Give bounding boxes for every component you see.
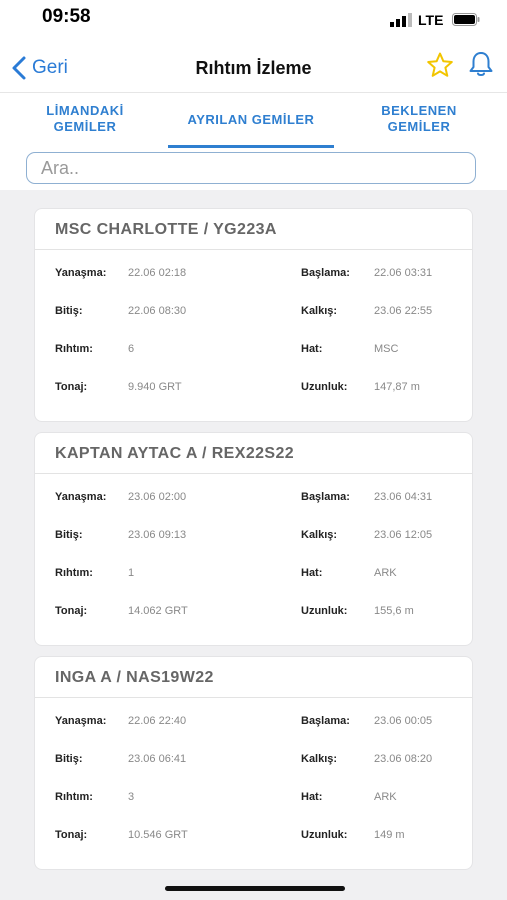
tab-label-line1: LİMANDAKİ bbox=[46, 103, 124, 118]
tonnage-label: Tonaj: bbox=[55, 381, 88, 393]
departure-value: 23.06 22:55 bbox=[374, 305, 433, 317]
length-label: Uzunluk: bbox=[301, 381, 348, 393]
ship-card[interactable]: INGA A / NAS19W22 Yanaşma: 22.06 22:40 B… bbox=[34, 656, 473, 870]
berthing-label: Yanaşma: bbox=[55, 715, 107, 727]
battery-icon bbox=[452, 13, 480, 26]
tonnage-value: 10.546 GRT bbox=[128, 829, 188, 841]
departure-label: Kalkış: bbox=[301, 305, 338, 317]
divider bbox=[35, 697, 472, 698]
departure-label: Kalkış: bbox=[301, 529, 338, 541]
tab-in-port-ships[interactable]: LİMANDAKİ GEMİLER bbox=[20, 103, 150, 135]
length-value: 155,6 m bbox=[374, 605, 414, 617]
tonnage-label: Tonaj: bbox=[55, 605, 88, 617]
ship-title: KAPTAN AYTAC A / REX22S22 bbox=[55, 445, 295, 462]
search-input[interactable] bbox=[26, 152, 476, 184]
status-time: 09:58 bbox=[42, 6, 91, 27]
length-label: Uzunluk: bbox=[301, 605, 348, 617]
tab-departed-ships[interactable]: AYRILAN GEMİLER bbox=[168, 112, 334, 128]
active-tab-indicator bbox=[168, 145, 334, 148]
start-value: 23.06 04:31 bbox=[374, 491, 433, 503]
divider bbox=[35, 249, 472, 250]
home-indicator[interactable] bbox=[165, 886, 345, 891]
start-value: 23.06 00:05 bbox=[374, 715, 433, 727]
length-value: 149 m bbox=[374, 829, 405, 841]
ship-title: INGA A / NAS19W22 bbox=[55, 669, 214, 686]
ship-card[interactable]: MSC CHARLOTTE / YG223A Yanaşma: 22.06 02… bbox=[34, 208, 473, 422]
tab-label-line1: BEKLENEN bbox=[381, 103, 457, 118]
header-area: 09:58 LTE Geri Rıhtım İzleme LİMANDAKİ G… bbox=[0, 0, 507, 190]
bell-icon[interactable] bbox=[466, 49, 496, 79]
berth-value: 6 bbox=[128, 343, 135, 355]
finish-label: Bitiş: bbox=[55, 753, 83, 765]
finish-label: Bitiş: bbox=[55, 305, 83, 317]
divider bbox=[35, 473, 472, 474]
start-label: Başlama: bbox=[301, 491, 350, 503]
tonnage-value: 14.062 GRT bbox=[128, 605, 188, 617]
departure-value: 23.06 08:20 bbox=[374, 753, 433, 765]
line-label: Hat: bbox=[301, 343, 323, 355]
finish-value: 22.06 08:30 bbox=[128, 305, 187, 317]
line-label: Hat: bbox=[301, 567, 323, 579]
berthing-label: Yanaşma: bbox=[55, 267, 107, 279]
tab-label-line1: AYRILAN GEMİLER bbox=[187, 112, 315, 127]
tab-expected-ships[interactable]: BEKLENEN GEMİLER bbox=[354, 103, 484, 135]
berth-label: Rıhtım: bbox=[55, 343, 93, 355]
departure-label: Kalkış: bbox=[301, 753, 338, 765]
navigation-bar: Geri Rıhtım İzleme bbox=[0, 46, 507, 90]
berthing-label: Yanaşma: bbox=[55, 491, 107, 503]
length-value: 147,87 m bbox=[374, 381, 420, 393]
finish-value: 23.06 06:41 bbox=[128, 753, 187, 765]
line-value: MSC bbox=[374, 343, 399, 355]
signal-icon bbox=[390, 13, 412, 27]
line-label: Hat: bbox=[301, 791, 323, 803]
line-value: ARK bbox=[374, 791, 397, 803]
tab-label-line2: GEMİLER bbox=[387, 119, 451, 134]
finish-label: Bitiş: bbox=[55, 529, 83, 541]
line-value: ARK bbox=[374, 567, 397, 579]
departure-value: 23.06 12:05 bbox=[374, 529, 433, 541]
start-label: Başlama: bbox=[301, 267, 350, 279]
berth-label: Rıhtım: bbox=[55, 567, 93, 579]
ship-card[interactable]: KAPTAN AYTAC A / REX22S22 Yanaşma: 23.06… bbox=[34, 432, 473, 646]
berth-value: 1 bbox=[128, 567, 135, 579]
start-label: Başlama: bbox=[301, 715, 350, 727]
tonnage-label: Tonaj: bbox=[55, 829, 88, 841]
berth-label: Rıhtım: bbox=[55, 791, 93, 803]
network-label: LTE bbox=[418, 12, 444, 28]
berthing-value: 22.06 02:18 bbox=[128, 267, 187, 279]
tab-label-line2: GEMİLER bbox=[53, 119, 117, 134]
tonnage-value: 9.940 GRT bbox=[128, 381, 182, 393]
finish-value: 23.06 09:13 bbox=[128, 529, 187, 541]
ship-title: MSC CHARLOTTE / YG223A bbox=[55, 221, 277, 238]
berthing-value: 23.06 02:00 bbox=[128, 491, 187, 503]
status-bar: 09:58 LTE bbox=[0, 0, 507, 36]
berthing-value: 22.06 22:40 bbox=[128, 715, 187, 727]
length-label: Uzunluk: bbox=[301, 829, 348, 841]
start-value: 22.06 03:31 bbox=[374, 267, 433, 279]
star-icon[interactable] bbox=[426, 51, 454, 79]
berth-value: 3 bbox=[128, 791, 135, 803]
tab-bar: LİMANDAKİ GEMİLER AYRILAN GEMİLER BEKLEN… bbox=[0, 92, 507, 150]
